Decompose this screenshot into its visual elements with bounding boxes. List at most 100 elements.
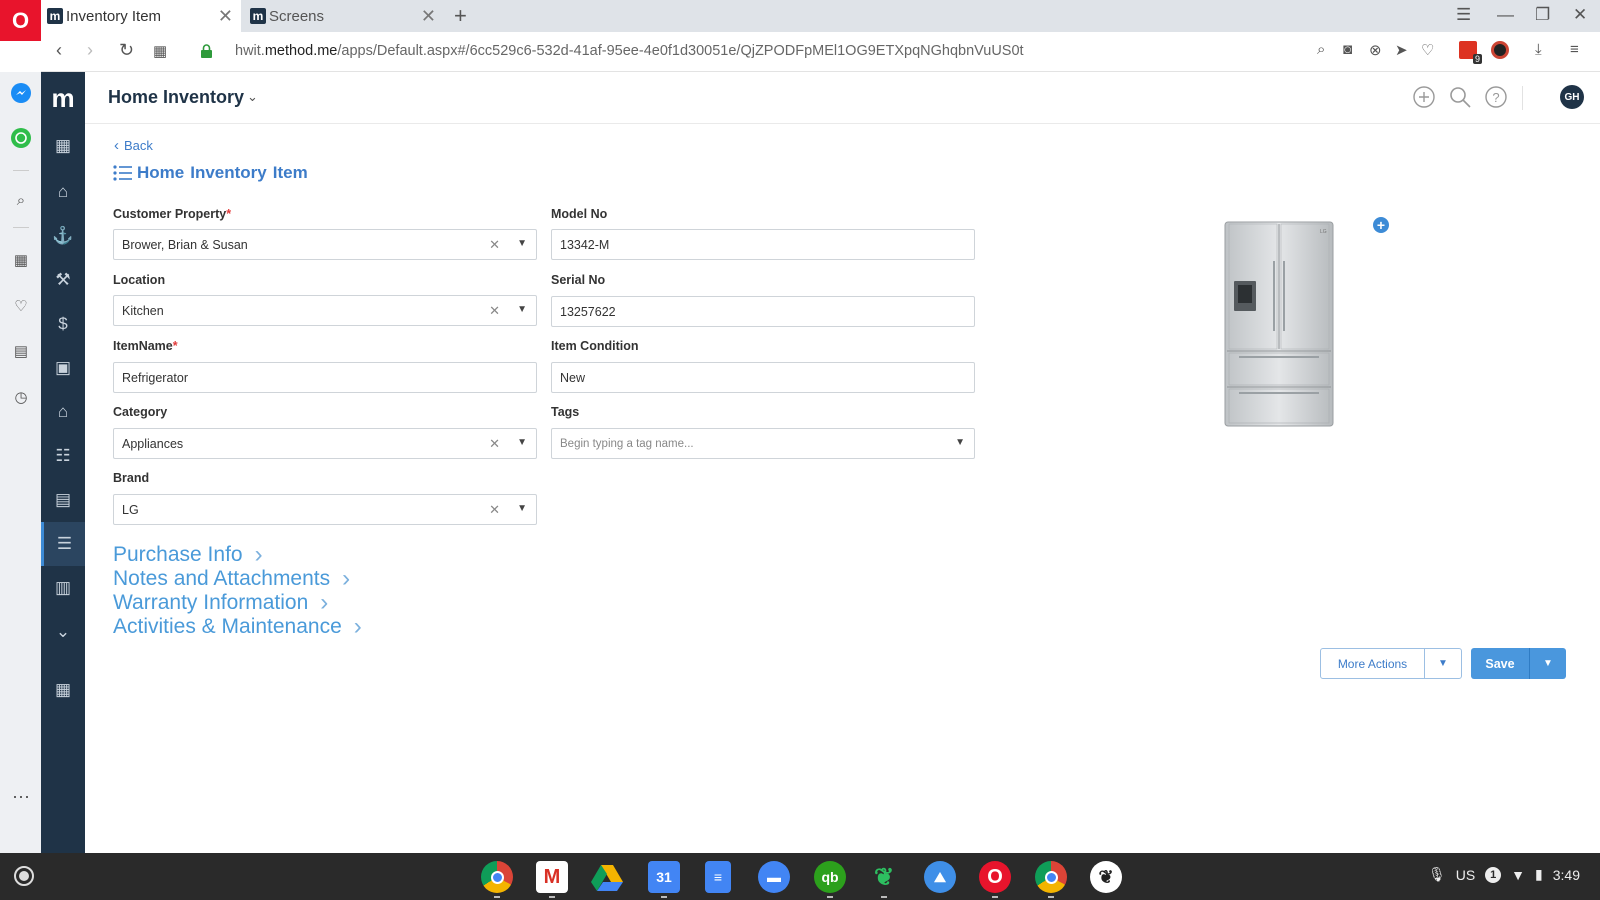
more-dots-icon[interactable]: ⋯: [10, 786, 32, 808]
close-window-icon[interactable]: ✕: [1573, 5, 1587, 25]
save-options-arrow-icon[interactable]: ▼: [1530, 648, 1566, 679]
opera-app-icon[interactable]: O: [979, 861, 1011, 898]
dropdown-arrow-icon[interactable]: ▼: [517, 304, 527, 315]
save-button[interactable]: Save ▼: [1471, 648, 1566, 679]
speed-dial-icon[interactable]: ▦: [153, 42, 167, 60]
history-clock-icon[interactable]: ◷: [10, 386, 32, 408]
news-icon[interactable]: ▤: [10, 340, 32, 362]
expand-chevron-icon[interactable]: ⌄: [41, 612, 85, 652]
evernote-app-icon[interactable]: ❦: [868, 861, 900, 898]
table-icon[interactable]: ▤: [41, 480, 85, 520]
dropdown-arrow-icon[interactable]: ▼: [517, 437, 527, 448]
invoice-icon[interactable]: ▣: [41, 348, 85, 388]
serial-no-input[interactable]: 13257622: [551, 296, 975, 327]
new-tab-icon[interactable]: +: [454, 3, 467, 29]
avatar[interactable]: GH: [1560, 85, 1584, 109]
building-icon[interactable]: ⌂: [41, 392, 85, 432]
item-name-input[interactable]: Refrigerator: [113, 362, 537, 393]
chrome-app-icon[interactable]: [481, 861, 513, 898]
inventory-list-icon[interactable]: ☰: [41, 522, 85, 566]
drive-app-icon[interactable]: [591, 861, 623, 893]
search-icon[interactable]: [1448, 85, 1472, 109]
system-tray[interactable]: 🎙 US 1 ▼ ▮ 3:49: [1428, 866, 1580, 883]
more-actions-button[interactable]: More Actions ▼: [1320, 648, 1462, 679]
properties-icon[interactable]: ⌂: [41, 172, 85, 212]
office-building-icon[interactable]: ▥: [41, 568, 85, 608]
forward-arrow-icon[interactable]: ›: [87, 40, 93, 61]
tab-inventory-item[interactable]: m Inventory Item ✕: [41, 0, 241, 32]
bookmarks-heart-icon[interactable]: ♡: [10, 295, 32, 317]
evernote-dark-app-icon[interactable]: ❦: [1090, 861, 1122, 893]
method-logo[interactable]: m: [41, 80, 85, 116]
location-select[interactable]: Kitchen ✕ ▼: [113, 295, 537, 326]
gmail-app-icon[interactable]: M: [536, 861, 568, 898]
tags-input[interactable]: Begin typing a tag name... ▼: [551, 428, 975, 459]
tab-menu-icon[interactable]: ☰: [1456, 5, 1471, 25]
files-app-icon[interactable]: ▬: [758, 861, 790, 893]
search-icon[interactable]: ⌕: [10, 189, 32, 211]
heart-icon[interactable]: ♡: [1421, 41, 1434, 59]
url-field[interactable]: hwit.method.me/apps/Default.aspx#/6cc529…: [235, 43, 1024, 59]
help-icon[interactable]: ?: [1484, 85, 1508, 109]
docs-app-icon[interactable]: ≡: [705, 861, 731, 893]
add-image-icon[interactable]: +: [1373, 217, 1389, 233]
snapshot-icon[interactable]: ◙: [1343, 41, 1352, 58]
calendar-app-icon[interactable]: 31: [648, 861, 680, 898]
app-navigation: m ▦ ⌂ ⚓ ⚒ $ ▣ ⌂ ☷ ▤ ☰ ▥ ⌄ ▦: [41, 72, 85, 853]
whatsapp-icon[interactable]: [10, 127, 32, 149]
dropdown-arrow-icon[interactable]: ▼: [1425, 649, 1461, 678]
dollar-icon[interactable]: $: [41, 304, 85, 344]
adblock-icon[interactable]: ⊗: [1369, 41, 1382, 59]
clear-icon[interactable]: ✕: [489, 502, 500, 518]
quickbooks-app-icon[interactable]: qb: [814, 861, 846, 898]
save-label: Save: [1471, 648, 1530, 679]
category-select[interactable]: Appliances ✕ ▼: [113, 428, 537, 459]
messenger-icon[interactable]: [10, 82, 32, 104]
extension-icon[interactable]: 9: [1459, 41, 1482, 64]
vpn-extension-icon[interactable]: [1491, 41, 1509, 59]
back-link[interactable]: ‹ Back: [114, 137, 153, 154]
store-icon[interactable]: ▦: [41, 670, 85, 710]
download-icon[interactable]: ⤓: [1535, 41, 1542, 58]
section-label: Activities & Maintenance: [113, 615, 342, 638]
clear-icon[interactable]: ✕: [489, 303, 500, 319]
address-bar: ‹ › ↻ ▦ hwit.method.me/apps/Default.aspx…: [41, 32, 1600, 72]
dropdown-arrow-icon[interactable]: ▼: [517, 503, 527, 514]
launcher-icon[interactable]: [14, 866, 34, 886]
close-tab-icon[interactable]: ✕: [218, 6, 233, 27]
dropdown-arrow-icon[interactable]: ▼: [517, 238, 527, 249]
search-page-icon[interactable]: ⌕: [1317, 41, 1325, 58]
minimize-icon[interactable]: —: [1497, 5, 1514, 25]
clear-icon[interactable]: ✕: [489, 436, 500, 452]
contacts-icon[interactable]: ☷: [41, 436, 85, 476]
tools-icon[interactable]: ⚒: [41, 260, 85, 300]
nord-app-icon[interactable]: ⛰: [924, 861, 956, 893]
customer-property-select[interactable]: Brower, Brian & Susan ✕ ▼: [113, 229, 537, 260]
send-icon[interactable]: ➤: [1395, 41, 1408, 59]
close-tab-icon[interactable]: ✕: [421, 6, 436, 27]
anchor-icon[interactable]: ⚓: [41, 216, 85, 256]
restore-icon[interactable]: ❐: [1535, 5, 1550, 25]
more-actions-label: More Actions: [1321, 649, 1425, 678]
back-arrow-icon[interactable]: ‹: [56, 40, 62, 61]
browser-tab-strip: m Inventory Item ✕ m Screens ✕ + ☰ — ❐ ✕: [0, 0, 1600, 32]
tab-screens[interactable]: m Screens ✕: [244, 0, 444, 32]
clear-icon[interactable]: ✕: [489, 237, 500, 253]
reload-icon[interactable]: ↻: [119, 40, 134, 61]
opera-menu-icon[interactable]: O: [0, 0, 41, 41]
chevron-down-icon[interactable]: ⌄: [247, 89, 258, 105]
tab-label: Inventory Item: [66, 7, 162, 25]
chrome-app-icon[interactable]: [1035, 861, 1067, 898]
item-condition-input[interactable]: New: [551, 362, 975, 393]
speed-dial-icon[interactable]: ▦: [10, 249, 32, 271]
add-circle-icon[interactable]: [1412, 85, 1436, 109]
easy-setup-icon[interactable]: ≡: [1570, 41, 1579, 58]
app-title[interactable]: Home Inventory: [108, 87, 244, 108]
microphone-icon[interactable]: 🎙: [1428, 866, 1446, 883]
page-title-word: Inventory: [190, 163, 267, 182]
dashboard-icon[interactable]: ▦: [41, 126, 85, 166]
dropdown-arrow-icon[interactable]: ▼: [955, 437, 965, 448]
brand-select[interactable]: LG ✕ ▼: [113, 494, 537, 525]
model-no-input[interactable]: 13342-M: [551, 229, 975, 260]
section-activities-maintenance[interactable]: Activities & Maintenance ›: [113, 613, 362, 641]
